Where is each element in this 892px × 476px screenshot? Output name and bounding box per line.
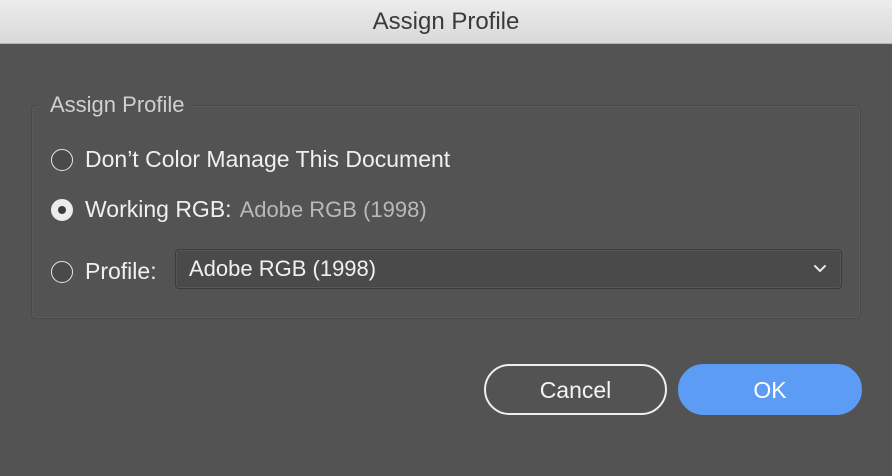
option-label-dont-color-manage: Don’t Color Manage This Document: [85, 146, 451, 172]
option-label-profile: Profile:: [85, 258, 157, 284]
option-working-rgb[interactable]: Working RGB: Adobe RGB (1998): [51, 196, 427, 223]
window-title: Assign Profile: [372, 8, 520, 35]
option-label-working-rgb: Working RGB:: [85, 196, 232, 222]
title-bar[interactable]: Assign Profile: [0, 0, 892, 44]
assign-profile-dialog: Assign Profile Assign Profile Don’t Colo…: [0, 0, 892, 476]
radio-selected-dot: [58, 205, 66, 214]
cancel-button[interactable]: Cancel: [484, 364, 667, 415]
working-rgb-value: Adobe RGB (1998): [239, 196, 427, 222]
group-legend: Assign Profile: [43, 90, 192, 120]
radio-profile[interactable]: [51, 260, 73, 283]
profile-select-value: Adobe RGB (1998): [189, 256, 377, 281]
chevron-down-icon: [814, 265, 826, 272]
ok-button[interactable]: OK: [678, 364, 862, 415]
option-profile[interactable]: Profile:: [51, 258, 157, 285]
radio-working-rgb[interactable]: [51, 198, 73, 221]
option-dont-color-manage[interactable]: Don’t Color Manage This Document: [51, 146, 450, 173]
radio-dont-color-manage[interactable]: [51, 148, 73, 171]
profile-select[interactable]: Adobe RGB (1998): [175, 249, 842, 289]
